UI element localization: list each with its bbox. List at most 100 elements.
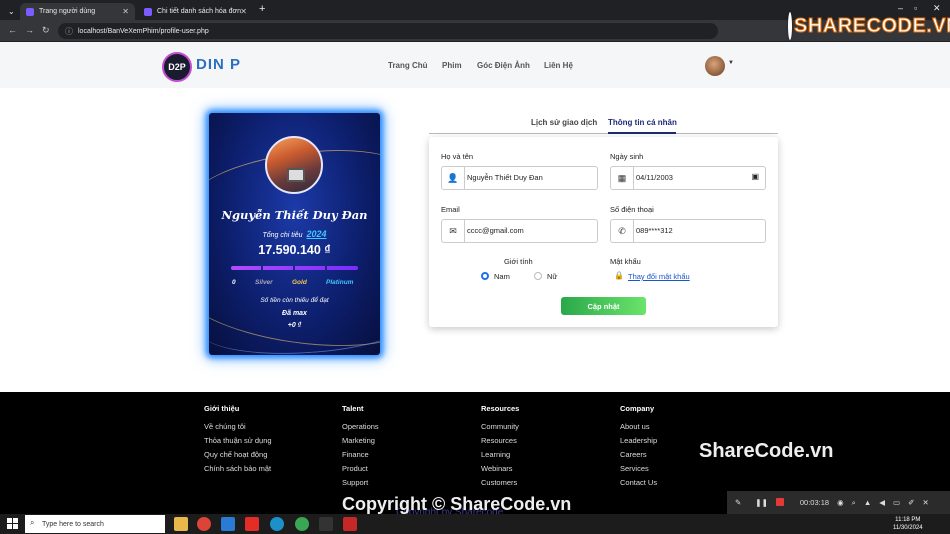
terminal-icon[interactable]: [319, 517, 333, 531]
zoom-icon[interactable]: ⌕: [852, 498, 856, 508]
dob-value: 04/11/2003: [636, 173, 673, 182]
footer-link[interactable]: Finance: [342, 450, 369, 459]
phone-field[interactable]: ✆ 089****312: [610, 219, 766, 243]
recording-time: 00:03:18: [799, 498, 830, 507]
footer-link[interactable]: Careers: [620, 450, 647, 459]
gender-radio-male[interactable]: [481, 272, 489, 280]
footer-link[interactable]: Về chúng tôi: [204, 422, 246, 431]
pause-icon[interactable]: ❚❚: [755, 498, 768, 507]
footer-link[interactable]: Leadership: [620, 436, 657, 445]
camera-icon[interactable]: ◉: [837, 498, 844, 507]
nav-home[interactable]: Trang Chủ: [388, 61, 428, 70]
spend-caption: Tổng chi tiêu 2024: [209, 229, 380, 239]
windows-taskbar: ⌕ Type here to search 11:18 PM 11/30/202…: [0, 514, 950, 534]
rank-label: Silver: [255, 279, 273, 286]
tab-profile[interactable]: Trang người dùng ✕: [20, 3, 135, 20]
windows-start-icon[interactable]: [7, 518, 18, 529]
footer-link[interactable]: Support: [342, 478, 368, 487]
stop-icon[interactable]: [775, 497, 784, 508]
max-rank-label: Đã max: [282, 310, 307, 317]
footer-link[interactable]: Customers: [481, 478, 517, 487]
member-name: Nguyễn Thiết Duy Đan: [221, 208, 368, 222]
brand-logo[interactable]: D2P: [162, 52, 192, 82]
app-icon[interactable]: [295, 517, 309, 531]
youtube-icon[interactable]: [245, 517, 259, 531]
footer-link[interactable]: Learning: [481, 450, 510, 459]
tab-personal-info[interactable]: Thông tin cá nhân: [608, 118, 677, 127]
vscode-icon[interactable]: [221, 517, 235, 531]
nav-contact[interactable]: Liên Hệ: [544, 61, 573, 70]
date-picker-icon[interactable]: ▣: [751, 172, 759, 181]
card-avatar: [265, 136, 323, 194]
file-explorer-icon[interactable]: [174, 517, 188, 531]
close-tab-icon[interactable]: ✕: [240, 7, 247, 16]
brand-name[interactable]: DIN P: [196, 56, 241, 73]
footer-link[interactable]: Product: [342, 464, 368, 473]
footer-link[interactable]: Quy chế hoạt động: [204, 450, 267, 459]
fullname-value: Nguyễn Thiết Duy Đan: [467, 173, 543, 182]
back-icon[interactable]: ←: [8, 25, 17, 35]
chevron-down-icon[interactable]: ▼: [728, 60, 734, 66]
footer-link[interactable]: Operations: [342, 422, 379, 431]
change-password-link[interactable]: Thay đổi mật khẩu: [628, 272, 690, 281]
watermark-text: ShareCode.vn: [699, 440, 834, 462]
new-tab-button[interactable]: +: [259, 3, 265, 15]
dob-label: Ngày sinh: [610, 152, 644, 161]
edge-icon[interactable]: [270, 517, 284, 531]
user-avatar[interactable]: [705, 56, 725, 76]
rank-label: Platinum: [326, 279, 354, 286]
chat-icon[interactable]: ▭: [893, 498, 900, 507]
recorder-app-icon[interactable]: [343, 517, 357, 531]
nav-cinema-corner[interactable]: Góc Điện Ảnh: [477, 61, 530, 70]
envelope-icon: ✉: [449, 225, 457, 236]
footer-link[interactable]: Contact Us: [620, 478, 657, 487]
search-placeholder: Type here to search: [42, 520, 104, 528]
nav-movies[interactable]: Phim: [442, 61, 462, 70]
footer-link[interactable]: Chính sách bảo mật: [204, 464, 271, 473]
tab-invoice[interactable]: Chi tiết danh sách hóa đơn ✕: [138, 3, 253, 20]
calendar-icon: ▦: [617, 172, 627, 183]
site-favicon-icon: [26, 7, 34, 16]
close-icon[interactable]: ✕: [922, 498, 928, 507]
footer-link[interactable]: Community: [481, 422, 519, 431]
footer-link[interactable]: About us: [620, 422, 650, 431]
pen-icon[interactable]: ✎: [735, 498, 741, 507]
chrome-icon[interactable]: [197, 517, 211, 531]
remaining-amount: +0 ₫: [287, 322, 302, 329]
watermark-text: SHARECODE.VN: [793, 14, 950, 37]
rank-separator: [261, 265, 263, 271]
gender-radio-female[interactable]: [534, 272, 542, 280]
password-label: Mật khẩu: [610, 257, 641, 266]
address-bar[interactable]: ⓘ localhost/BanVeXemPhim/profile-user.ph…: [58, 23, 718, 39]
tabs-divider: [429, 133, 778, 134]
footer-link[interactable]: Services: [620, 464, 649, 473]
site-header: [0, 42, 950, 88]
membership-card: Nguyễn Thiết Duy Đan Tổng chi tiêu 2024 …: [209, 113, 380, 355]
tab-transaction-history[interactable]: Lịch sử giao dịch: [531, 118, 597, 127]
spend-label: Tổng chi tiêu: [262, 232, 303, 239]
forward-icon[interactable]: →: [25, 25, 34, 35]
taskbar-clock[interactable]: 11:18 PM 11/30/2024: [893, 516, 923, 532]
fullname-field[interactable]: 👤 Nguyễn Thiết Duy Đan: [441, 166, 598, 190]
volume-icon[interactable]: ◀: [879, 498, 885, 507]
site-favicon-icon: [144, 7, 152, 16]
spend-year: 2024: [306, 229, 327, 239]
dob-field[interactable]: ▦ 04/11/2003 ▣: [610, 166, 766, 190]
rank-label: 0: [232, 279, 236, 286]
site-info-icon[interactable]: ⓘ: [65, 26, 73, 37]
footer-heading: Resources: [481, 404, 520, 413]
footer-link[interactable]: Marketing: [342, 436, 375, 445]
edit-icon[interactable]: ✐: [908, 498, 914, 507]
lock-icon: 🔒: [614, 271, 624, 280]
reload-icon[interactable]: ↻: [42, 25, 50, 36]
update-button[interactable]: Cập nhật: [561, 297, 646, 315]
close-tab-icon[interactable]: ✕: [122, 7, 129, 16]
footer-heading: Talent: [342, 404, 364, 413]
footer-link[interactable]: Thỏa thuận sử dụng: [204, 436, 272, 445]
footer-link[interactable]: Resources: [481, 436, 517, 445]
footer-link[interactable]: Webinars: [481, 464, 513, 473]
taskbar-search[interactable]: ⌕ Type here to search: [25, 515, 165, 533]
email-field[interactable]: ✉ cccc@gmail.com: [441, 219, 598, 243]
user-icon[interactable]: ▲: [864, 498, 871, 507]
tab-list-button[interactable]: ⌄: [2, 3, 20, 20]
